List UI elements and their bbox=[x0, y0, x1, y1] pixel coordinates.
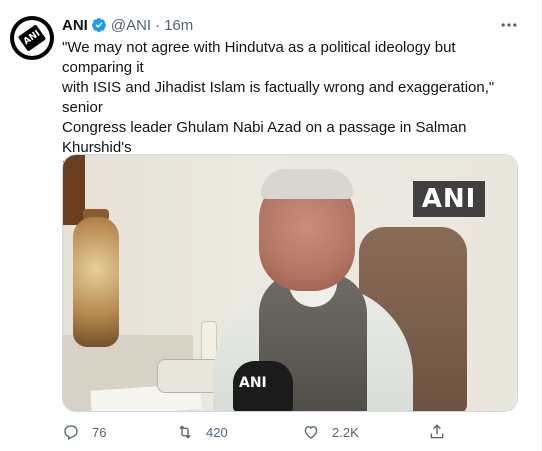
reply-button[interactable]: 76 bbox=[62, 420, 106, 444]
ani-logo: ANI bbox=[17, 24, 47, 52]
tweet-time[interactable]: 16m bbox=[164, 17, 193, 34]
verified-badge-icon bbox=[91, 18, 106, 32]
author-name[interactable]: ANI bbox=[62, 17, 88, 34]
tweet-photo[interactable]: ANI ANI bbox=[62, 154, 518, 412]
author-handle[interactable]: @ANI bbox=[111, 17, 151, 34]
like-count: 2.2K bbox=[332, 424, 359, 440]
microphone-logo: ANI bbox=[239, 375, 267, 391]
reply-icon bbox=[64, 425, 78, 440]
like-button[interactable]: 2.2K bbox=[302, 420, 359, 444]
retweet-button[interactable]: 420 bbox=[176, 420, 228, 444]
tweet[interactable]: ANI ANI @ANI · 16m "We may not agree wit… bbox=[0, 0, 542, 451]
heart-icon bbox=[304, 426, 318, 439]
share-button[interactable] bbox=[428, 420, 458, 444]
tweet-actions: 76 420 2.2K bbox=[62, 420, 482, 444]
retweet-icon bbox=[179, 425, 191, 439]
retweet-count: 420 bbox=[206, 424, 228, 440]
photo-vase bbox=[73, 217, 119, 347]
reply-count: 76 bbox=[92, 424, 107, 440]
share-icon bbox=[430, 424, 444, 439]
tweet-header: ANI @ANI · 16m bbox=[62, 15, 193, 35]
ani-watermark: ANI bbox=[413, 181, 485, 217]
more-options-icon[interactable] bbox=[499, 15, 519, 35]
separator: · bbox=[155, 16, 161, 34]
photo-painting bbox=[63, 155, 85, 225]
avatar-background: ANI bbox=[14, 20, 50, 56]
photo-telephone bbox=[157, 359, 221, 393]
photo-person-hair bbox=[261, 169, 353, 199]
avatar[interactable]: ANI bbox=[10, 16, 54, 60]
